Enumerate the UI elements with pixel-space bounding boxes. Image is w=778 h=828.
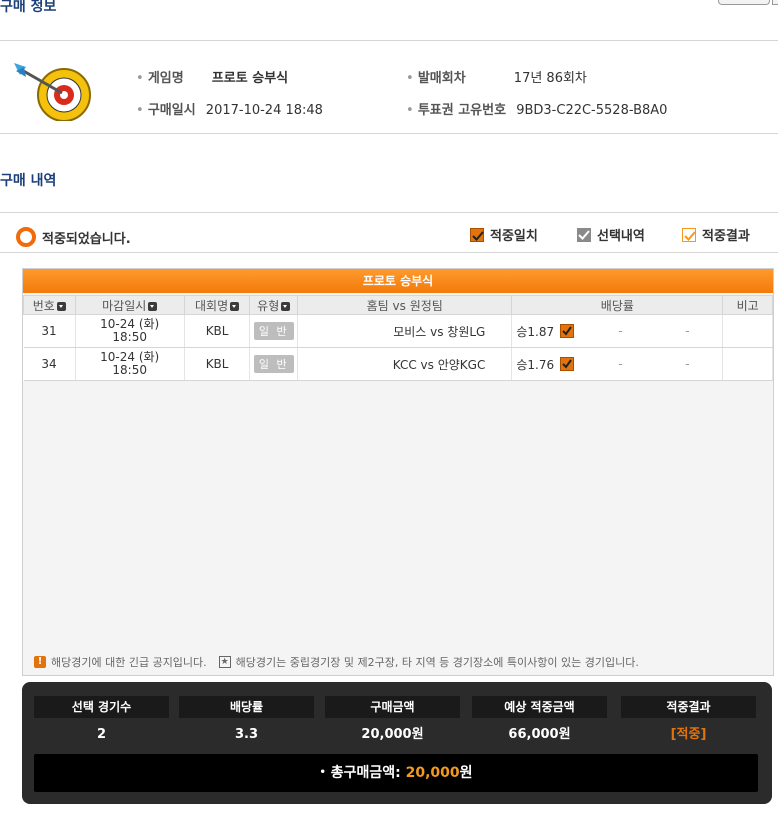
- row-deadline: 10-24 (화) 18:50: [75, 347, 185, 381]
- extra-button[interactable]: [772, 0, 778, 5]
- divider: [0, 212, 778, 213]
- round-label: 발매회차: [406, 71, 466, 86]
- target-icon: [14, 63, 91, 121]
- checked-orange-icon: [560, 324, 575, 338]
- game-name-label: 게임명: [136, 71, 184, 86]
- hit-ring-icon: [16, 227, 36, 247]
- purchase-date-label: 구매일시: [136, 103, 196, 118]
- status-bar: 적중되었습니다. 적중일치 선택내역 적중결과: [0, 220, 778, 253]
- odds-value: 승1.87: [516, 324, 555, 339]
- purchase-date-value: 2017-10-24 18:48: [205, 103, 323, 118]
- row-match: KCC vs 안양KGC: [297, 347, 513, 381]
- round-value: 17년 86회차: [513, 71, 587, 86]
- checkbox-orange-icon: [470, 227, 484, 242]
- legend-hit-match: 적중일치: [470, 225, 538, 244]
- row-match: 모비스 vs 창원LG: [297, 314, 513, 348]
- col-no[interactable]: 번호: [23, 295, 76, 315]
- summary-game-count: 선택 경기수 2: [34, 696, 169, 750]
- row-no: 31: [23, 314, 76, 348]
- ticket-value: 9BD3-C22C-5528-B8A0: [516, 103, 668, 118]
- row-league: KBL: [184, 314, 251, 348]
- legend-label: 적중결과: [702, 229, 750, 244]
- games-table: 번호 마감일시 대회명 유형 홈팀 vs 원정팀 배당률 비고 31 10-24…: [23, 295, 773, 381]
- checkbox-gray-icon: [577, 227, 591, 242]
- sort-icon[interactable]: [281, 301, 291, 311]
- total-amount: 20,000: [405, 765, 460, 781]
- games-panel: 프로토 승부식 번호 마감일시 대회명 유형 홈팀 vs 원정팀 배당률 비고 …: [22, 268, 774, 676]
- row-no: 34: [23, 347, 76, 381]
- summary-odds: 배당률 3.3: [179, 696, 314, 750]
- urgent-notice-icon: !: [34, 656, 46, 668]
- total-label: 총구매금액:: [330, 765, 401, 781]
- legend-label: 적중일치: [490, 229, 538, 244]
- row-note: [722, 347, 773, 381]
- row-odds: 승1.87 - -: [511, 314, 724, 348]
- checkbox-outline-icon: [682, 227, 696, 242]
- odds-value: 승1.76: [516, 357, 555, 372]
- purchase-info-box: 게임명 프로토 승부식 구매일시 2017-10-24 18:48 발매회차 1…: [0, 40, 778, 134]
- summary-purchase-amount: 구매금액 20,000원: [325, 696, 460, 750]
- odds-draw: -: [618, 357, 623, 371]
- row-type: 일 반: [249, 347, 299, 381]
- star-notice-icon: ★: [218, 656, 231, 668]
- history-title: 구매 내역: [0, 173, 57, 189]
- notice-urgent-text: 해당경기에 대한 긴급 공지입니다.: [51, 656, 207, 669]
- ticket-row: 투표권 고유번호 9BD3-C22C-5528-B8A0: [406, 99, 667, 118]
- odds-draw: -: [618, 324, 623, 338]
- notice-line: ! 해당경기에 대한 긴급 공지입니다. ★ 해당경기는 중립경기장 및 제2구…: [34, 654, 639, 670]
- summary-box: 선택 경기수 2 배당률 3.3 구매금액 20,000원 예상 적중금액 66…: [22, 682, 772, 804]
- sort-icon[interactable]: [148, 301, 158, 311]
- close-button[interactable]: [718, 0, 770, 5]
- col-note: 비고: [722, 295, 773, 315]
- sort-icon[interactable]: [56, 301, 66, 311]
- row-odds: 승1.76 - -: [511, 347, 724, 381]
- purchase-date-row: 구매일시 2017-10-24 18:48: [136, 99, 323, 118]
- col-deadline[interactable]: 마감일시: [74, 295, 185, 315]
- row-type: 일 반: [249, 314, 299, 348]
- row-deadline: 10-24 (화) 18:50: [75, 314, 185, 348]
- table-row: 31 10-24 (화) 18:50 KBL 일 반 모비스 vs 창원LG 승1…: [23, 314, 773, 348]
- col-odds: 배당률: [511, 295, 724, 315]
- page-title: 구매 정보: [0, 0, 57, 15]
- row-note: [722, 314, 773, 348]
- sort-icon[interactable]: [230, 301, 240, 311]
- round-row: 발매회차 17년 86회차: [406, 67, 587, 86]
- summary-expected-amount: 예상 적중금액 66,000원: [472, 696, 607, 750]
- game-name-row: 게임명 프로토 승부식: [136, 67, 288, 86]
- table-header-row: 번호 마감일시 대회명 유형 홈팀 vs 원정팀 배당률 비고: [23, 295, 773, 315]
- table-row: 34 10-24 (화) 18:50 KBL 일 반 KCC vs 안양KGC 승…: [23, 347, 773, 381]
- notice-venue-text: 해당경기는 중립경기장 및 제2구장, 타 지역 등 경기장소에 특이사항이 있…: [235, 656, 639, 669]
- odds-lose: -: [685, 324, 690, 338]
- legend-label: 선택내역: [597, 229, 645, 244]
- game-name-value: 프로토 승부식: [211, 71, 289, 86]
- summary-hit-result: 적중결과 [적중]: [621, 696, 756, 750]
- col-type[interactable]: 유형: [249, 295, 299, 315]
- col-league[interactable]: 대회명: [183, 295, 251, 315]
- row-league: KBL: [184, 347, 251, 381]
- type-badge: 일 반: [253, 322, 294, 340]
- legend-hit-result: 적중결과: [682, 225, 750, 244]
- odds-lose: -: [685, 357, 690, 371]
- status-message: 적중되었습니다.: [42, 232, 131, 247]
- type-badge: 일 반: [253, 355, 294, 373]
- checked-orange-icon: [560, 357, 575, 371]
- ticket-label: 투표권 고유번호: [406, 103, 506, 118]
- col-match: 홈팀 vs 원정팀: [297, 295, 513, 315]
- total-purchase-bar: • 총구매금액: 20,000원: [34, 754, 758, 792]
- panel-title: 프로토 승부식: [23, 269, 773, 293]
- legend-selection: 선택내역: [577, 225, 645, 244]
- total-unit: 원: [459, 765, 473, 781]
